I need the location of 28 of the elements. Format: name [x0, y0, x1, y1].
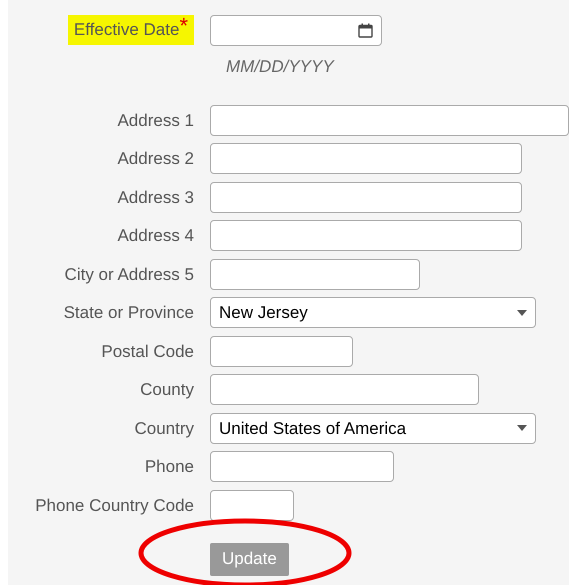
- field-label: Country: [134, 418, 194, 440]
- dropdown-arrow-icon[interactable]: [517, 425, 527, 432]
- field-label: Effective Date*: [68, 15, 194, 45]
- input-field[interactable]: [210, 220, 522, 252]
- field-label: State or Province: [64, 302, 194, 324]
- input-field[interactable]: [210, 451, 394, 482]
- field-label: Postal Code: [101, 340, 194, 362]
- dropdown[interactable]: New Jersey: [210, 297, 536, 328]
- field-label: Address 1: [117, 110, 194, 132]
- dropdown[interactable]: United States of America: [210, 412, 536, 444]
- calendar-icon[interactable]: [358, 22, 373, 38]
- input-field[interactable]: [210, 182, 522, 213]
- date-field[interactable]: [210, 14, 382, 46]
- format-hint: MM/DD/YYYY: [226, 56, 334, 78]
- input-field[interactable]: [210, 143, 522, 174]
- field-label: City or Address 5: [64, 264, 194, 286]
- field-label: Address 2: [117, 148, 194, 170]
- field-label: Address 3: [117, 186, 194, 208]
- input-field[interactable]: [210, 336, 353, 367]
- field-label: County: [140, 379, 194, 401]
- input-field[interactable]: [210, 104, 569, 136]
- input-field[interactable]: [210, 374, 479, 406]
- field-label: Address 4: [117, 225, 194, 247]
- input-field[interactable]: [210, 258, 420, 290]
- dropdown-arrow-icon[interactable]: [517, 310, 527, 316]
- field-label: Phone: [144, 456, 194, 478]
- field-label: Phone Country Code: [35, 494, 194, 516]
- input-field[interactable]: [210, 490, 294, 521]
